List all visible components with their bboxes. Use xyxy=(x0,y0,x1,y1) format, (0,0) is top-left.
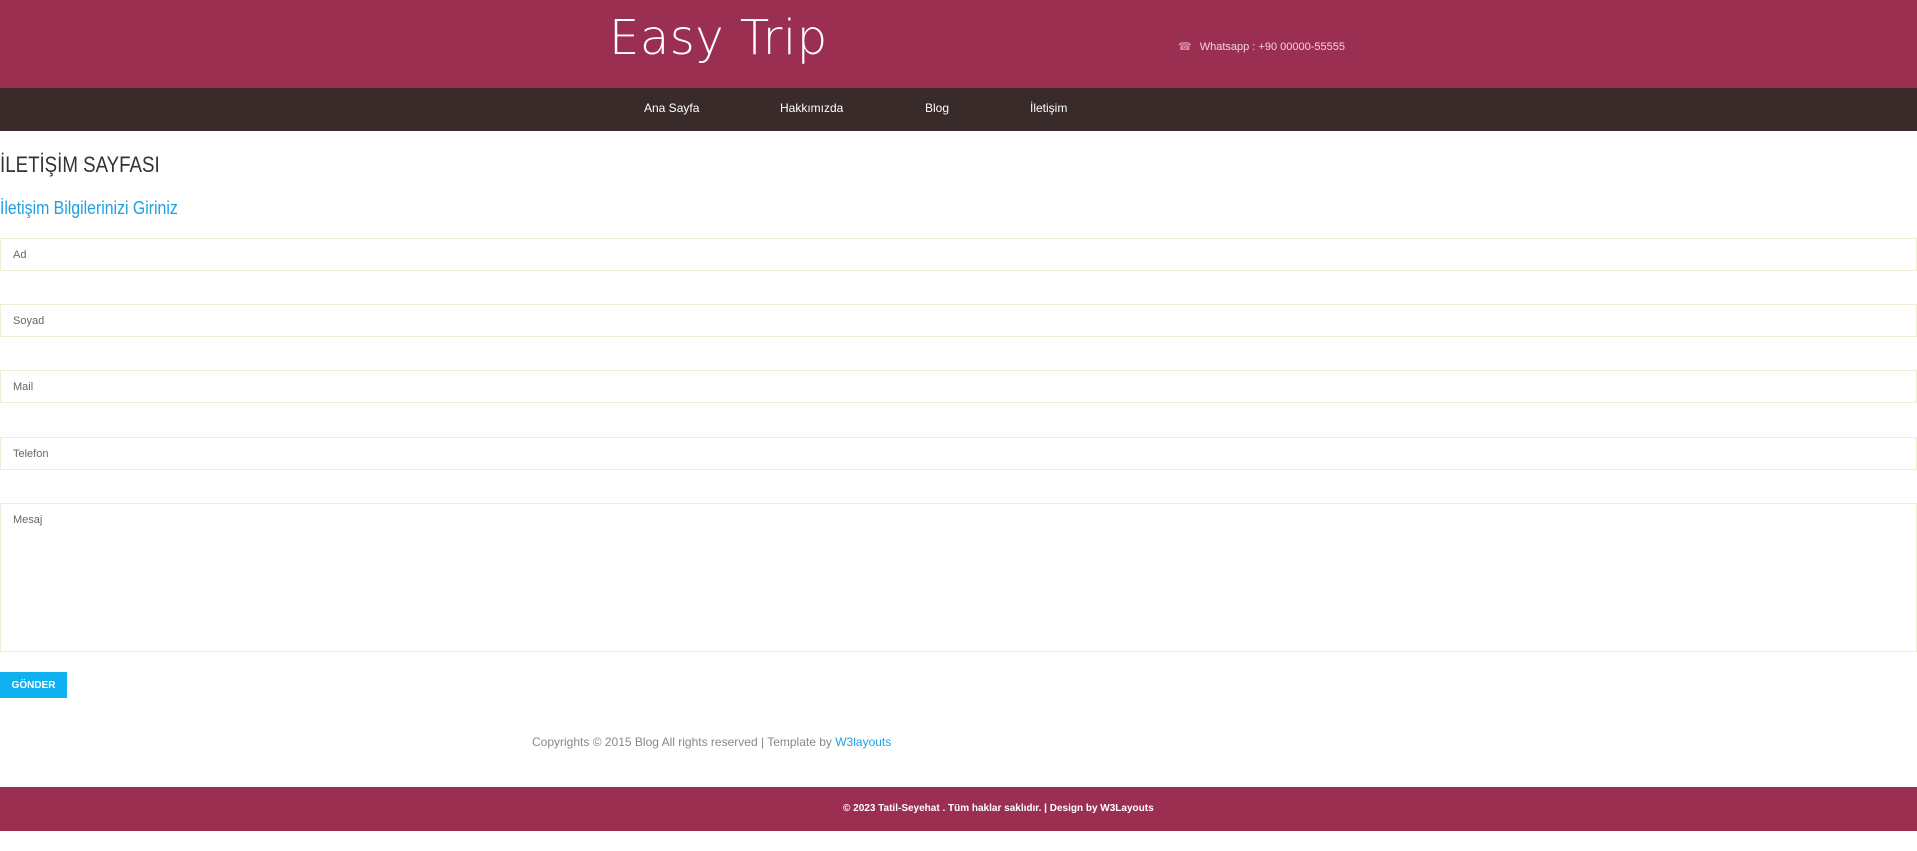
nav-item-blog[interactable]: Blog xyxy=(925,101,949,115)
footer-text: © 2023 Tatil-Seyehat . Tüm haklar saklıd… xyxy=(843,803,1154,814)
nav-item-home[interactable]: Ana Sayfa xyxy=(644,101,699,115)
site-footer: © 2023 Tatil-Seyehat . Tüm haklar saklıd… xyxy=(0,787,1917,831)
message-field[interactable] xyxy=(0,503,1917,652)
name-field[interactable] xyxy=(0,238,1917,271)
form-subtitle: İletişim Bilgilerinizi Giriniz xyxy=(0,198,178,218)
page-title: İLETİŞİM SAYFASI xyxy=(0,152,160,177)
whatsapp-text: Whatsapp : +90 00000-55555 xyxy=(1199,41,1345,53)
phone-icon: ☎ xyxy=(1178,41,1192,53)
mail-field[interactable] xyxy=(0,370,1917,403)
nav-item-about[interactable]: Hakkımızda xyxy=(780,101,843,115)
submit-button[interactable]: GÖNDER xyxy=(0,672,67,698)
site-header: Easy Trip ☎ Whatsapp : +90 00000-55555 xyxy=(0,0,1917,88)
surname-field[interactable] xyxy=(0,304,1917,337)
w3layouts-link[interactable]: W3layouts xyxy=(835,735,891,749)
phone-field[interactable] xyxy=(0,437,1917,470)
copyright-text: Copyrights © 2015 Blog All rights reserv… xyxy=(532,735,832,749)
main-nav: Ana Sayfa Hakkımızda Blog İletişim xyxy=(0,88,1917,131)
site-logo[interactable]: Easy Trip xyxy=(609,10,828,66)
whatsapp-contact: ☎ Whatsapp : +90 00000-55555 xyxy=(1178,40,1345,53)
copyright: Copyrights © 2015 Blog All rights reserv… xyxy=(532,735,891,749)
nav-item-contact[interactable]: İletişim xyxy=(1030,101,1067,115)
